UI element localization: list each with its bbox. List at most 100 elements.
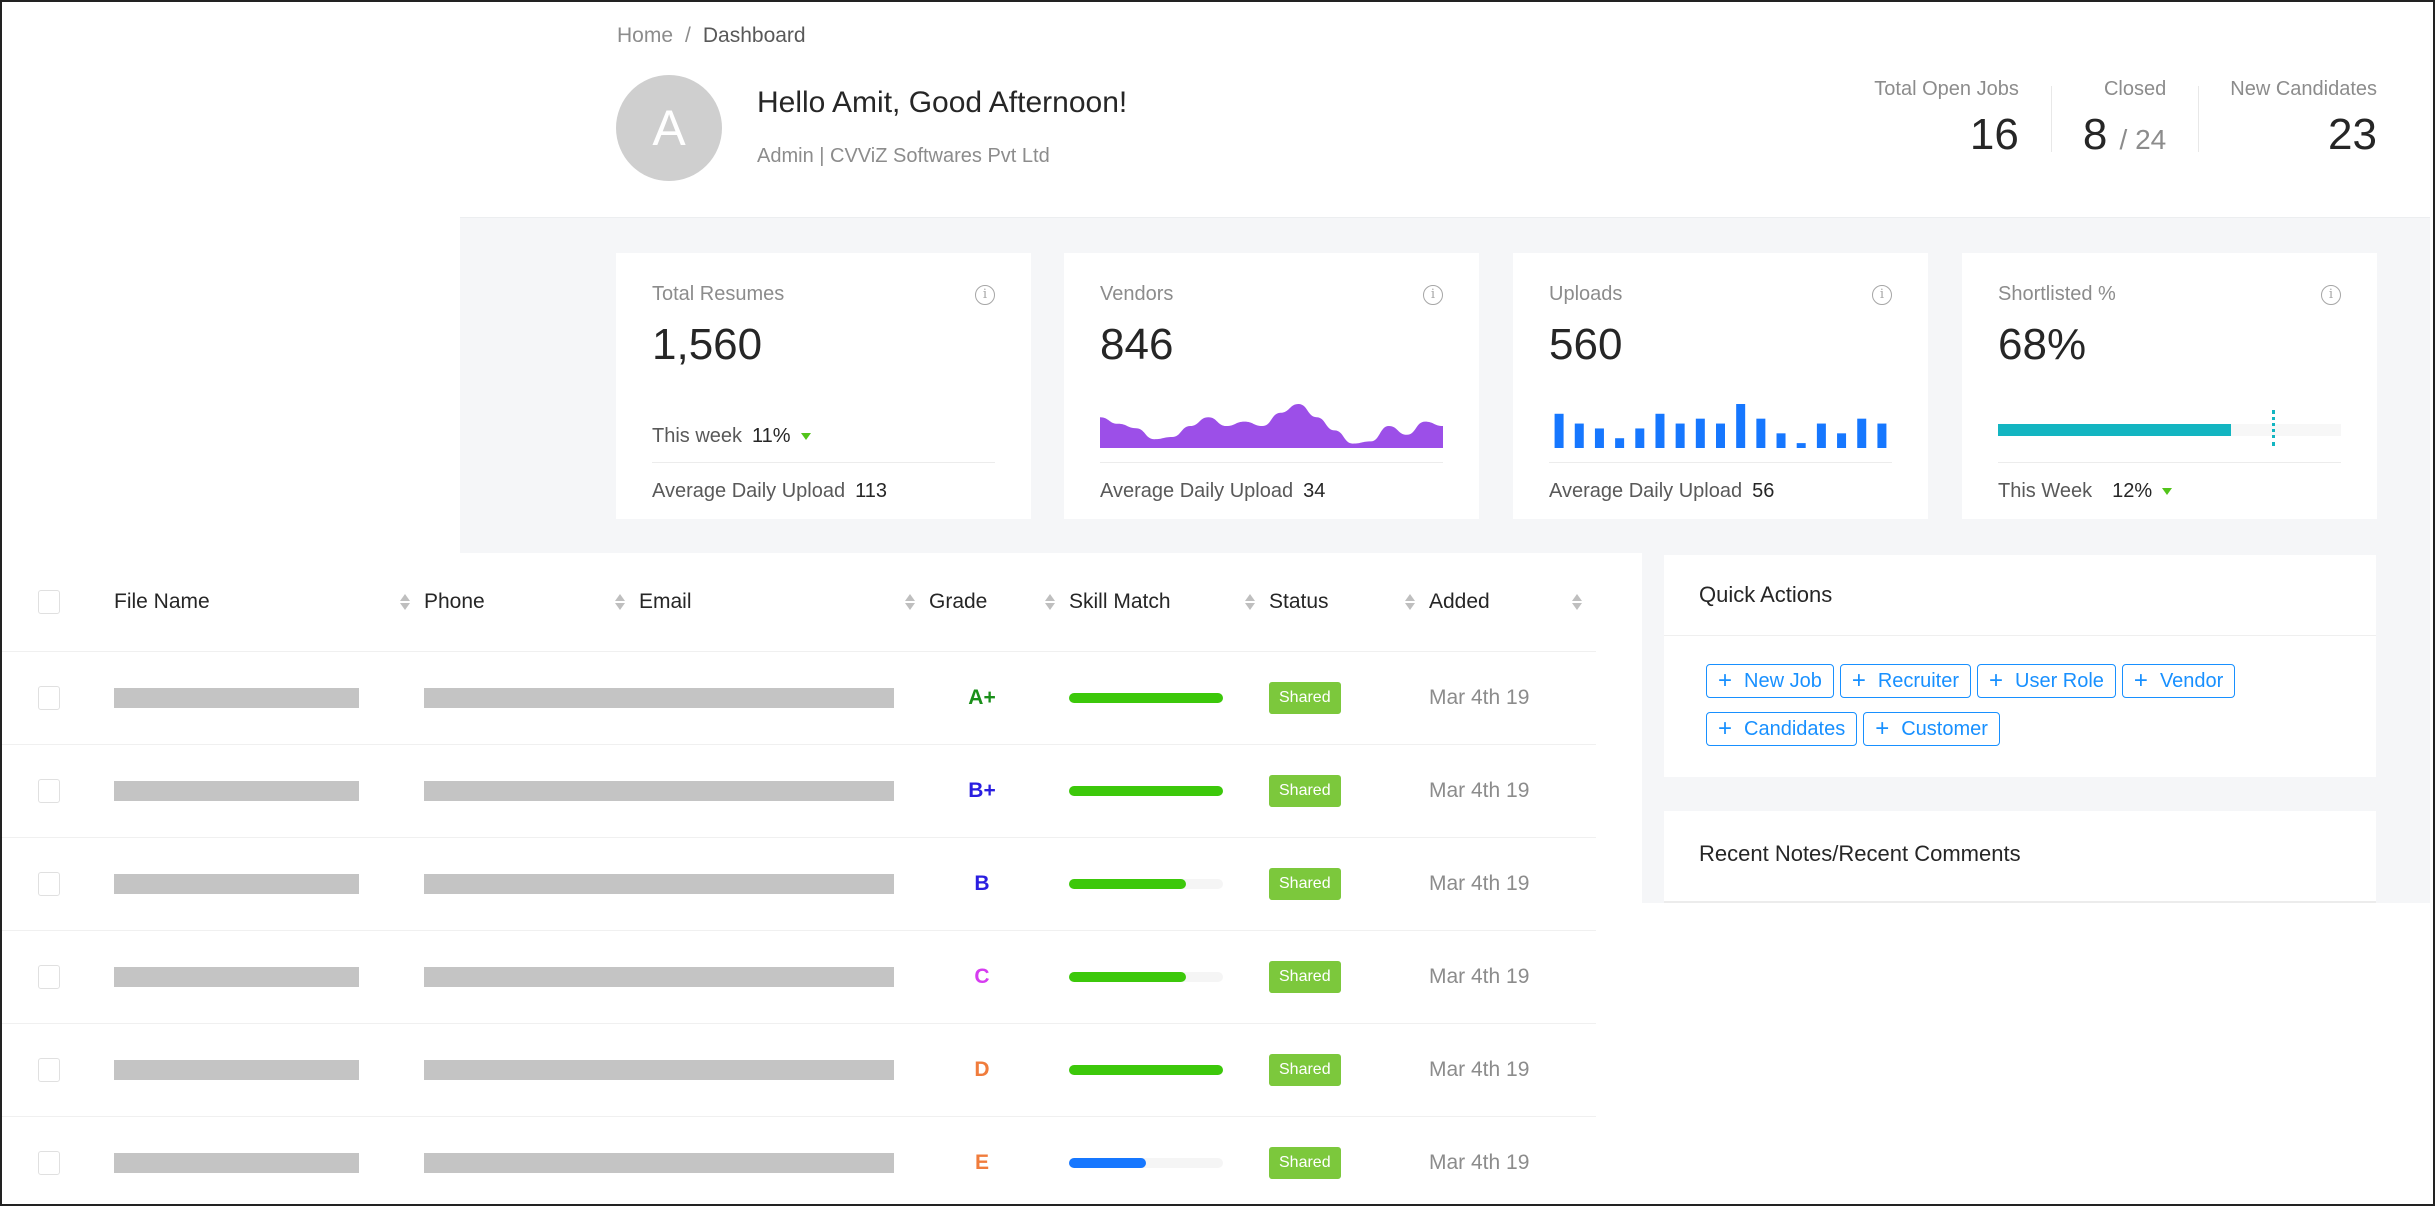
status-badge: Shared — [1269, 681, 1341, 714]
sort-icon[interactable] — [1245, 593, 1255, 610]
header-stats: Total Open Jobs 16 Closed 8 / 24 New Can… — [1842, 78, 2377, 157]
sort-icon[interactable] — [615, 593, 625, 610]
footer-value: 34 — [1303, 480, 1326, 502]
info-icon[interactable]: i — [1423, 284, 1443, 305]
info-icon[interactable]: i — [2321, 284, 2341, 305]
plus-icon: + — [1988, 667, 2003, 694]
button-label: Customer — [1901, 717, 1988, 740]
row-checkbox[interactable] — [38, 871, 60, 896]
skill-match-bar — [1069, 971, 1223, 982]
redacted-file-name[interactable] — [114, 873, 359, 894]
row-checkbox[interactable] — [38, 1057, 60, 1082]
skill-match-fill — [1069, 1064, 1223, 1075]
kpi-label: Shortlisted % — [1998, 283, 2116, 305]
added-date: Mar 4th 19 — [1429, 1023, 1596, 1117]
quick-action-customer-button[interactable]: + Customer — [1863, 712, 2000, 746]
redacted-email — [639, 780, 894, 801]
column-header-phone[interactable]: Phone — [424, 553, 639, 652]
redacted-file-name[interactable] — [114, 1152, 359, 1173]
skill-match-bar — [1069, 878, 1223, 889]
row-checkbox[interactable] — [38, 964, 60, 989]
table-row[interactable]: C Shared Mar 4th 19 — [2, 930, 1596, 1024]
info-icon[interactable]: i — [975, 284, 995, 305]
column-header-skill-match[interactable]: Skill Match — [1069, 553, 1269, 652]
uploads-bar — [1816, 423, 1826, 448]
sort-icon[interactable] — [905, 593, 915, 610]
uploads-bar — [1837, 433, 1847, 448]
recent-notes-panel: Recent Notes/Recent Comments — [1664, 811, 2376, 903]
kpi-trend: This week 11% — [652, 425, 811, 448]
kpi-card-uploads: Uploads i 560 Average Daily Upload 56 — [1513, 253, 1928, 519]
table-row[interactable]: B+ Shared Mar 4th 19 — [2, 744, 1596, 838]
button-label: User Role — [2015, 669, 2104, 692]
skill-match-fill — [1069, 971, 1187, 982]
trend-value: 12% — [2112, 480, 2153, 502]
skill-match-bar — [1069, 785, 1223, 796]
column-header-added[interactable]: Added — [1429, 553, 1596, 652]
select-all-checkbox[interactable] — [38, 589, 60, 614]
footer-label: Average Daily Upload — [1549, 480, 1743, 502]
info-icon[interactable]: i — [1872, 284, 1892, 305]
quick-action-user-role-button[interactable]: + User Role — [1976, 664, 2116, 698]
column-header-grade[interactable]: Grade — [929, 553, 1069, 652]
skill-match-cell — [1069, 651, 1269, 745]
button-label: Vendor — [2159, 669, 2224, 692]
row-checkbox[interactable] — [38, 778, 60, 803]
uploads-bar — [1695, 418, 1705, 448]
redacted-phone — [424, 1059, 669, 1080]
added-date: Mar 4th 19 — [1429, 837, 1596, 931]
vendors-area — [1100, 404, 1443, 448]
trend-label: This Week — [1998, 480, 2093, 502]
kpi-card-vendors: Vendors i 846 Average Daily Upload 34 — [1064, 253, 1479, 519]
sort-icon[interactable] — [1405, 593, 1415, 610]
column-header-status[interactable]: Status — [1269, 553, 1429, 652]
skill-match-cell — [1069, 1023, 1269, 1117]
skill-match-cell — [1069, 744, 1269, 838]
grade-cell: C — [929, 930, 1069, 1024]
row-checkbox[interactable] — [38, 685, 60, 710]
kpi-footer: Average Daily Upload 113 — [652, 462, 995, 503]
breadcrumb-separator: / — [685, 24, 691, 47]
sort-icon[interactable] — [1572, 593, 1582, 610]
redacted-file-name[interactable] — [114, 1059, 359, 1080]
table-row[interactable]: D Shared Mar 4th 19 — [2, 1023, 1596, 1117]
column-header-email[interactable]: Email — [639, 553, 929, 652]
redacted-email — [639, 687, 894, 708]
redacted-file-name[interactable] — [114, 687, 359, 708]
quick-action-vendor-button[interactable]: + Vendor — [2121, 664, 2236, 698]
plus-icon: + — [1851, 667, 1866, 694]
column-label: Email — [639, 589, 692, 613]
skill-match-bar — [1069, 1064, 1223, 1075]
breadcrumb-current: Dashboard — [702, 24, 806, 47]
redacted-file-name[interactable] — [114, 966, 359, 987]
caret-down-icon — [800, 433, 811, 440]
breadcrumb-home[interactable]: Home — [617, 24, 673, 48]
status-badge: Shared — [1269, 1146, 1341, 1179]
quick-action-new-job-button[interactable]: + New Job — [1706, 664, 1834, 698]
added-date: Mar 4th 19 — [1429, 930, 1596, 1024]
column-header-file-name[interactable]: File Name — [114, 553, 424, 652]
sort-icon[interactable] — [1045, 593, 1055, 610]
progress-target-marker — [2272, 410, 2276, 446]
redacted-file-name[interactable] — [114, 780, 359, 801]
grade-cell: B — [929, 837, 1069, 931]
resumes-table: File Name Phone Email Grade Skill Match … — [2, 553, 1596, 1206]
recent-notes-title: Recent Notes/Recent Comments — [1699, 841, 2021, 866]
sort-icon[interactable] — [400, 593, 410, 610]
table-row[interactable]: A+ Shared Mar 4th 19 — [2, 651, 1596, 745]
redacted-phone — [424, 966, 669, 987]
skill-match-cell — [1069, 930, 1269, 1024]
greeting-title: Hello Amit, Good Afternoon! — [757, 86, 1128, 119]
row-checkbox[interactable] — [38, 1150, 60, 1175]
plus-icon: + — [1718, 715, 1733, 742]
button-label: Recruiter — [1877, 669, 1959, 692]
skill-match-fill — [1069, 1157, 1146, 1168]
quick-action-recruiter-button[interactable]: + Recruiter — [1839, 664, 1971, 698]
quick-action-candidates-button[interactable]: + Candidates — [1706, 712, 1858, 746]
uploads-bar — [1655, 413, 1665, 448]
grade-cell: A+ — [929, 651, 1069, 745]
uploads-bar — [1857, 418, 1867, 448]
table-row[interactable]: B Shared Mar 4th 19 — [2, 837, 1596, 931]
table-row[interactable]: E Shared Mar 4th 19 — [2, 1116, 1596, 1206]
uploads-bar — [1615, 438, 1625, 448]
